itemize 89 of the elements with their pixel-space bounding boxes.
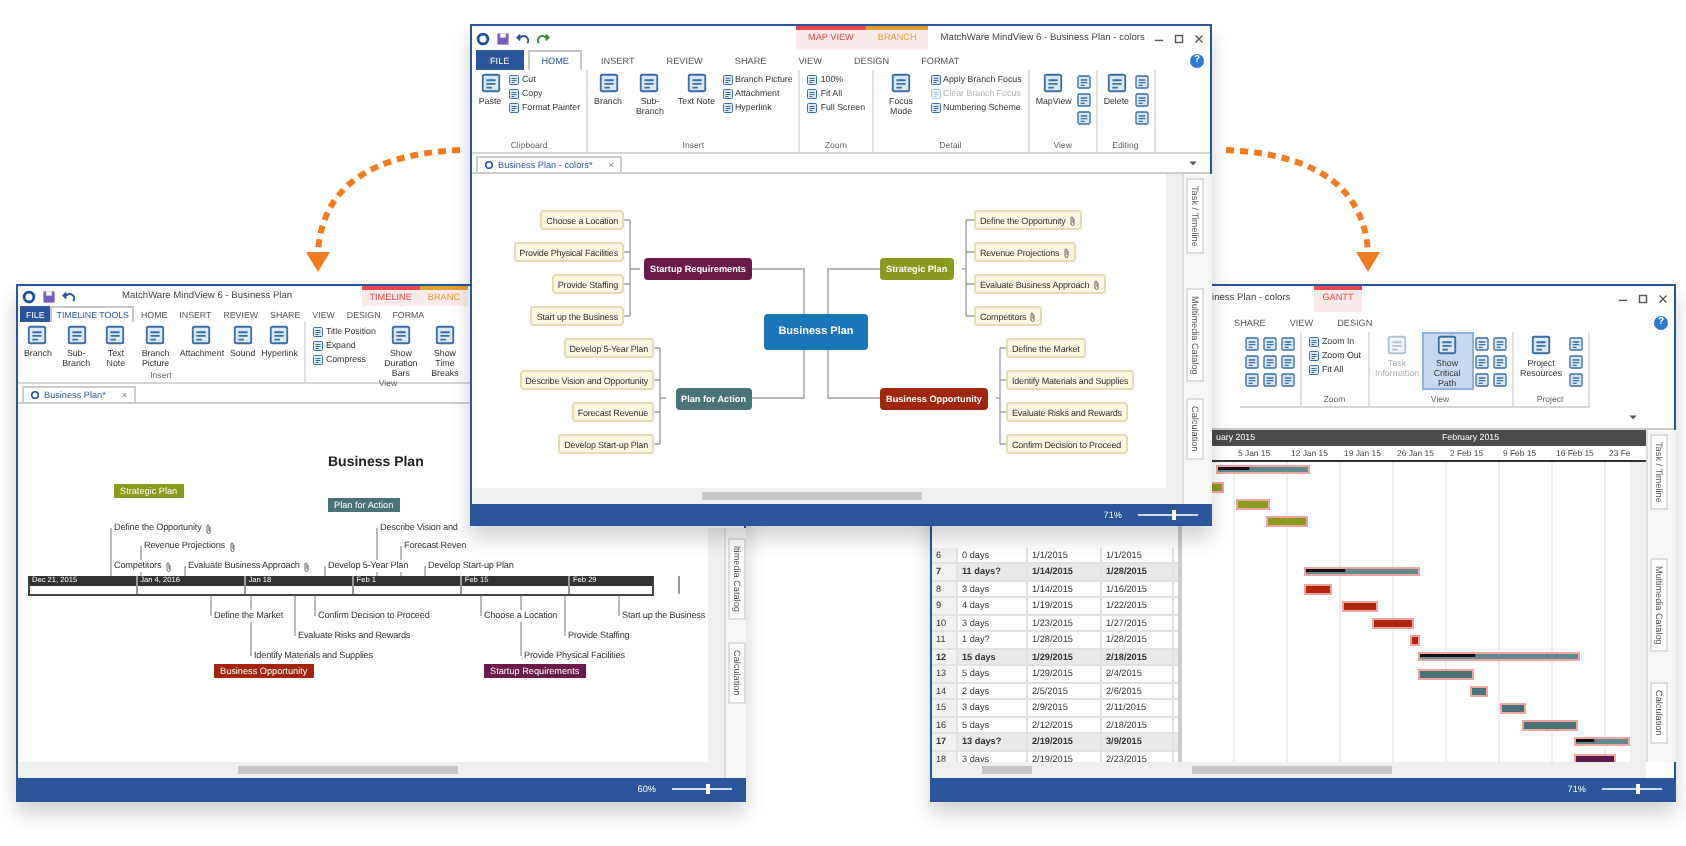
document-icon[interactable] [1262,353,1278,369]
document-icon[interactable] [1567,335,1584,351]
document-icon [389,324,412,346]
caret-icon[interactable] [1188,159,1198,167]
document-icon[interactable] [1262,371,1278,387]
leader-line [184,566,186,576]
undo-icon[interactable] [62,289,76,303]
connector-line [827,349,881,399]
maximize-icon[interactable] [1172,31,1186,45]
document-icon[interactable] [1473,335,1490,351]
document-icon [1386,334,1409,356]
document-icon[interactable] [1244,371,1260,387]
gantt-bar[interactable] [1574,737,1630,746]
document-icon [1105,72,1128,94]
horizontal-scrollbar[interactable] [1182,762,1646,778]
document-icon [231,324,254,346]
leader-line [424,566,426,576]
leader-line [210,596,212,616]
document-icon [1436,334,1459,356]
app-logo-icon [484,160,494,170]
document-icon[interactable] [1280,335,1296,351]
leader-line [480,596,482,616]
document-icon [268,324,291,346]
vertical-scrollbar[interactable] [708,528,724,778]
document-icon[interactable] [1133,109,1150,125]
leader-line [294,596,296,636]
document-icon[interactable] [1280,353,1296,369]
horizontal-scrollbar[interactable] [18,762,708,778]
maximize-icon[interactable] [1636,292,1650,306]
leader-line [564,596,566,636]
save-icon[interactable] [496,31,510,45]
close-icon[interactable] [1656,292,1670,306]
undo-icon[interactable] [516,31,530,45]
document-icon[interactable] [1133,73,1150,89]
document-icon[interactable] [1473,353,1490,369]
document-icon[interactable] [1075,91,1092,107]
leader-line [520,596,522,656]
gantt-bar[interactable] [1418,652,1580,661]
leader-line [110,528,112,576]
close-icon[interactable] [1192,31,1206,45]
document-icon [685,72,708,94]
connector-line [751,349,805,399]
document-icon [479,72,501,94]
vertical-scrollbar[interactable] [1166,174,1182,504]
document-icon [65,324,88,346]
document-icon [638,72,661,94]
app-logo-icon [30,390,40,400]
connector-line [961,219,975,317]
gantt-bar[interactable] [1304,567,1420,576]
caret-icon[interactable] [1628,414,1638,422]
document-icon[interactable] [1491,353,1508,369]
document-icon[interactable] [1491,371,1508,387]
document-icon [1530,334,1553,356]
document-icon[interactable] [1075,109,1092,125]
leader-line [314,596,316,616]
connector-line [751,268,805,315]
document-icon [597,72,619,94]
leader-line [618,596,620,616]
document-icon[interactable] [1075,73,1092,89]
document-icon [1042,72,1065,94]
document-icon [104,324,127,346]
document-icon[interactable] [1244,335,1260,351]
document-icon[interactable] [1133,91,1150,107]
leader-line [250,596,252,656]
app-logo-icon[interactable] [476,31,490,45]
document-icon [890,72,913,94]
gantt-bar[interactable] [1216,465,1310,474]
horizontal-scrollbar[interactable] [472,488,1166,504]
document-icon[interactable] [1567,353,1584,369]
document-icon[interactable] [1491,335,1508,351]
connector-line [827,268,881,315]
connector-line [623,219,641,317]
document-icon [26,324,49,346]
document-icon[interactable] [1262,335,1278,351]
document-icon [190,324,213,346]
save-icon[interactable] [42,289,56,303]
connector-line [995,347,1007,445]
document-icon[interactable] [1567,371,1584,387]
vertical-scrollbar[interactable] [1630,462,1646,768]
document-icon [433,324,456,346]
app-logo-icon[interactable] [22,289,36,303]
document-icon[interactable] [1473,371,1490,387]
document-icon [144,324,167,346]
document-icon[interactable] [1244,353,1260,369]
leader-line [324,566,326,576]
horizontal-scrollbar[interactable] [932,762,1182,778]
document-icon[interactable] [1280,371,1296,387]
redo-icon[interactable] [536,31,550,45]
connector-line [653,347,667,445]
